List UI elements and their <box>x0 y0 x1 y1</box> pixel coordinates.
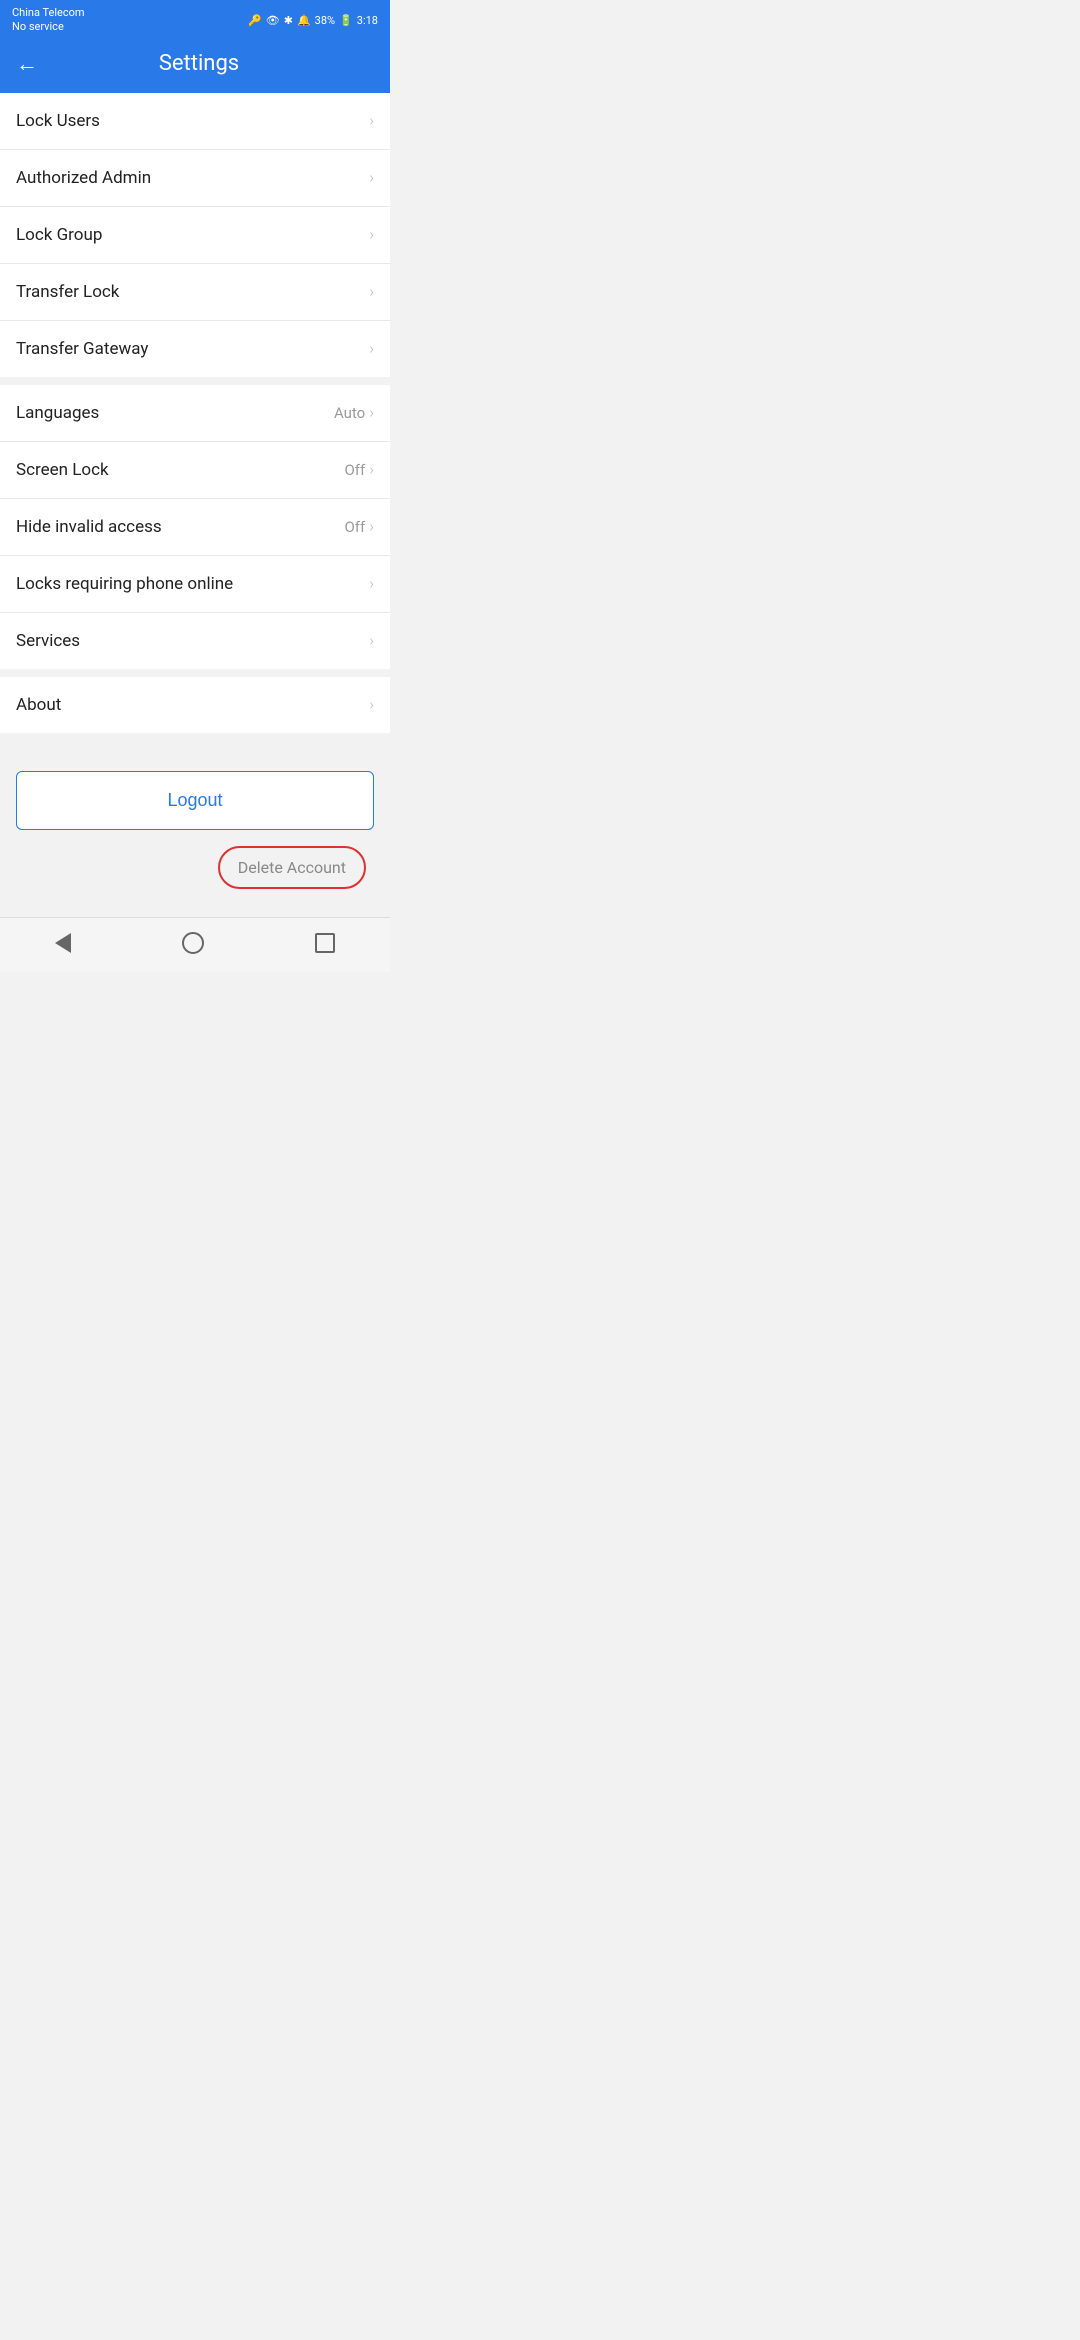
navigation-bar <box>0 917 390 972</box>
logout-button[interactable]: Logout <box>16 771 374 830</box>
nav-home-button[interactable] <box>182 932 204 954</box>
settings-item-authorized-admin[interactable]: Authorized Admin › <box>0 150 390 207</box>
delete-account-row: Delete Account <box>16 846 374 889</box>
authorized-admin-right: › <box>369 168 374 187</box>
languages-right: Auto › <box>334 403 374 422</box>
languages-chevron: › <box>369 403 374 422</box>
home-circle-icon <box>182 932 204 954</box>
back-arrow-icon: ← <box>16 51 38 77</box>
services-right: › <box>369 631 374 650</box>
bottom-actions: Logout Delete Account <box>0 741 390 909</box>
locks-requiring-phone-online-label: Locks requiring phone online <box>16 574 233 594</box>
settings-item-transfer-lock[interactable]: Transfer Lock › <box>0 264 390 321</box>
lock-users-right: › <box>369 111 374 130</box>
screen-lock-label: Screen Lock <box>16 460 109 480</box>
locks-requiring-phone-online-chevron: › <box>369 574 374 593</box>
authorized-admin-chevron: › <box>369 168 374 187</box>
transfer-gateway-right: › <box>369 339 374 358</box>
recent-square-icon <box>315 933 335 953</box>
delete-account-button[interactable]: Delete Account <box>218 846 366 889</box>
app-header: ← Settings <box>0 39 390 93</box>
transfer-lock-chevron: › <box>369 282 374 301</box>
settings-item-services[interactable]: Services › <box>0 613 390 669</box>
services-label: Services <box>16 631 80 651</box>
battery-icon: 🔋 <box>339 14 353 27</box>
languages-value: Auto <box>334 404 365 422</box>
settings-item-languages[interactable]: Languages Auto › <box>0 385 390 442</box>
nav-recent-button[interactable] <box>315 933 335 953</box>
transfer-lock-right: › <box>369 282 374 301</box>
carrier-info: China Telecom No service <box>12 6 85 35</box>
eye-icon: 👁 <box>266 14 280 27</box>
lock-users-chevron: › <box>369 111 374 130</box>
page-title: Settings <box>54 51 344 76</box>
carrier-name: China Telecom <box>12 6 85 20</box>
back-triangle-icon <box>55 933 71 953</box>
back-button[interactable]: ← <box>16 51 38 77</box>
transfer-gateway-label: Transfer Gateway <box>16 339 148 359</box>
transfer-lock-label: Transfer Lock <box>16 282 119 302</box>
settings-item-hide-invalid-access[interactable]: Hide invalid access Off › <box>0 499 390 556</box>
settings-item-screen-lock[interactable]: Screen Lock Off › <box>0 442 390 499</box>
about-right: › <box>369 695 374 714</box>
hide-invalid-access-label: Hide invalid access <box>16 517 162 537</box>
status-icons: 🔑 👁 ✱ 🔔 38% 🔋 3:18 <box>248 14 378 27</box>
languages-label: Languages <box>16 403 99 423</box>
about-label: About <box>16 695 61 715</box>
transfer-gateway-chevron: › <box>369 339 374 358</box>
services-chevron: › <box>369 631 374 650</box>
no-service: No service <box>12 20 85 34</box>
settings-item-about[interactable]: About › <box>0 677 390 733</box>
alarm-icon: 🔔 <box>297 14 311 27</box>
hide-invalid-access-value: Off <box>344 518 365 536</box>
bluetooth-icon: ✱ <box>284 14 293 27</box>
lock-users-label: Lock Users <box>16 111 100 131</box>
settings-item-lock-group[interactable]: Lock Group › <box>0 207 390 264</box>
status-bar: China Telecom No service 🔑 👁 ✱ 🔔 38% 🔋 3… <box>0 0 390 39</box>
clock: 3:18 <box>357 14 378 27</box>
settings-item-lock-users[interactable]: Lock Users › <box>0 93 390 150</box>
lock-group-label: Lock Group <box>16 225 102 245</box>
settings-item-locks-requiring-phone-online[interactable]: Locks requiring phone online › <box>0 556 390 613</box>
hide-invalid-access-chevron: › <box>369 517 374 536</box>
locks-requiring-phone-online-right: › <box>369 574 374 593</box>
preferences-section: Languages Auto › Screen Lock Off › Hide … <box>0 385 390 669</box>
screen-lock-value: Off <box>344 461 365 479</box>
settings-item-transfer-gateway[interactable]: Transfer Gateway › <box>0 321 390 377</box>
authorized-admin-label: Authorized Admin <box>16 168 151 188</box>
screen-lock-chevron: › <box>369 460 374 479</box>
nav-back-button[interactable] <box>55 933 71 953</box>
battery-percent: 38% <box>315 14 335 27</box>
lock-group-chevron: › <box>369 225 374 244</box>
screen-lock-right: Off › <box>344 460 374 479</box>
hide-invalid-access-right: Off › <box>344 517 374 536</box>
locks-section: Lock Users › Authorized Admin › Lock Gro… <box>0 93 390 377</box>
about-chevron: › <box>369 695 374 714</box>
key-icon: 🔑 <box>248 14 262 27</box>
lock-group-right: › <box>369 225 374 244</box>
about-section: About › <box>0 677 390 733</box>
